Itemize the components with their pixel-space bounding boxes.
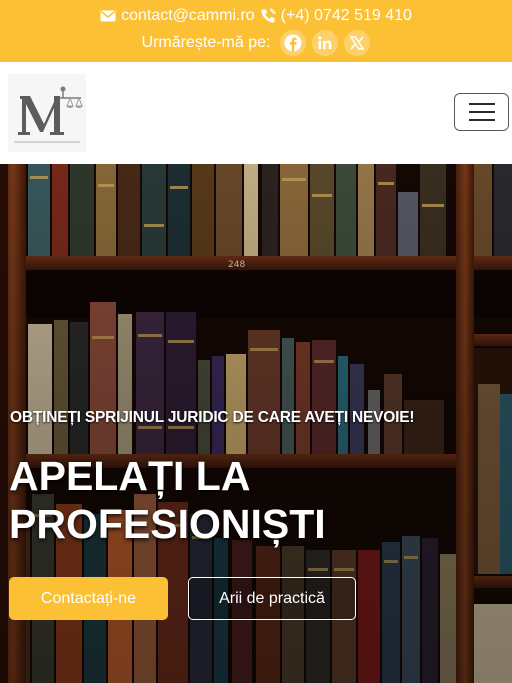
- contact-row: contact@cammi.ro (+4) 0742 519 410: [0, 6, 512, 26]
- linkedin-icon[interactable]: [312, 30, 339, 56]
- facebook-icon[interactable]: [280, 30, 307, 56]
- hero-eyebrow: OBȚINEȚI SPRIJINUL JURIDIC DE CARE AVEȚI…: [10, 409, 415, 426]
- site-header: [0, 62, 512, 165]
- x-icon[interactable]: [344, 30, 371, 56]
- hamburger-icon: [468, 103, 495, 105]
- hero-headline-line-2: PROFESIONIȘTI: [9, 501, 326, 547]
- contact-button[interactable]: Contactați-ne: [9, 577, 168, 620]
- phone-link[interactable]: (+4) 0742 519 410: [281, 6, 412, 26]
- phone-icon: [260, 8, 276, 24]
- justice-scale-logo: [14, 86, 83, 143]
- hero-headline: APELAȚI LA PROFESIONIȘTI: [9, 452, 479, 548]
- logo[interactable]: [8, 74, 86, 152]
- envelope-icon: [100, 8, 116, 24]
- email-link[interactable]: contact@cammi.ro: [121, 6, 255, 26]
- hero-headline-line-1: APELAȚI LA: [9, 453, 251, 499]
- practice-areas-button[interactable]: Arii de practică: [188, 577, 356, 620]
- hero-section: 248: [0, 164, 512, 683]
- menu-toggle-button[interactable]: [454, 93, 509, 131]
- social-row: Urmărește-mă pe:: [0, 30, 512, 56]
- follow-label: Urmărește-mă pe:: [141, 34, 271, 51]
- top-contact-bar: contact@cammi.ro (+4) 0742 519 410 Urmăr…: [0, 0, 512, 62]
